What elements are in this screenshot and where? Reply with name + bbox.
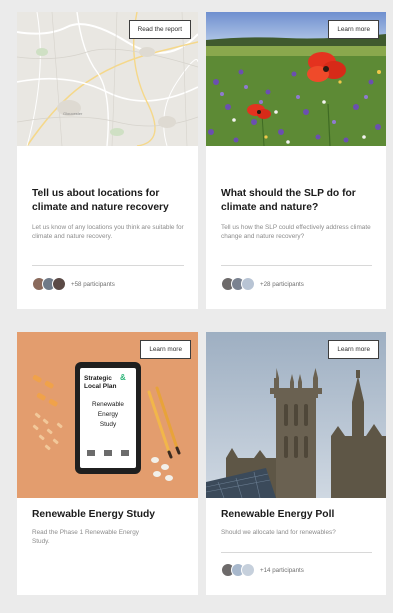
- map-place-label: Gloucester: [63, 111, 83, 116]
- card-divider: [221, 552, 372, 553]
- learn-more-button[interactable]: Learn more: [140, 340, 191, 359]
- learn-more-button[interactable]: Learn more: [328, 340, 379, 359]
- card-divider: [32, 265, 184, 266]
- tablet-logo-line2: Local Plan: [84, 383, 117, 390]
- avatar: [241, 563, 255, 577]
- learn-more-button[interactable]: Learn more: [328, 20, 379, 39]
- card-slp-climate[interactable]: Learn more What should the SLP do for cl…: [206, 12, 386, 309]
- tablet-study-line1: Renewable: [92, 401, 124, 408]
- card-title: What should the SLP do for climate and n…: [221, 188, 356, 213]
- participants-row[interactable]: +28 participants: [221, 276, 304, 292]
- participants-count: +58 participants: [71, 280, 115, 288]
- card-renewable-poll[interactable]: Learn more Renewable Energy Poll Should …: [206, 332, 386, 595]
- card-description: Should we allocate land for renewables?: [221, 529, 336, 536]
- participants-row[interactable]: +14 participants: [221, 562, 304, 578]
- tablet-study-line2: Energy: [98, 411, 119, 418]
- card-divider: [221, 265, 372, 266]
- participants-count: +28 participants: [260, 280, 304, 288]
- participants-count: +14 participants: [260, 566, 304, 574]
- tablet-logo-line1: Strategic: [84, 375, 112, 382]
- card-title: Renewable Energy Study: [32, 509, 156, 520]
- card-description: Read the Phase 1 Renewable Energy Study.: [32, 529, 139, 545]
- tablet-study-line3: Study: [100, 421, 117, 428]
- card-description: Let us know of any locations you think a…: [32, 224, 184, 240]
- tablet-logo-amp: &: [120, 373, 126, 382]
- card-title: Tell us about locations for climate and …: [32, 188, 169, 213]
- card-description: Tell us how the SLP could effectively ad…: [221, 224, 371, 240]
- read-report-button[interactable]: Read the report: [128, 20, 191, 39]
- card-title: Renewable Energy Poll: [221, 509, 335, 520]
- card-renewable-study[interactable]: Strategic & Local Plan Renewable Energy …: [17, 332, 198, 595]
- avatar: [52, 277, 66, 291]
- avatar: [241, 277, 255, 291]
- card-climate-locations[interactable]: Gloucester Read the report Tell us about…: [17, 12, 198, 309]
- participants-row[interactable]: +58 participants: [32, 276, 115, 292]
